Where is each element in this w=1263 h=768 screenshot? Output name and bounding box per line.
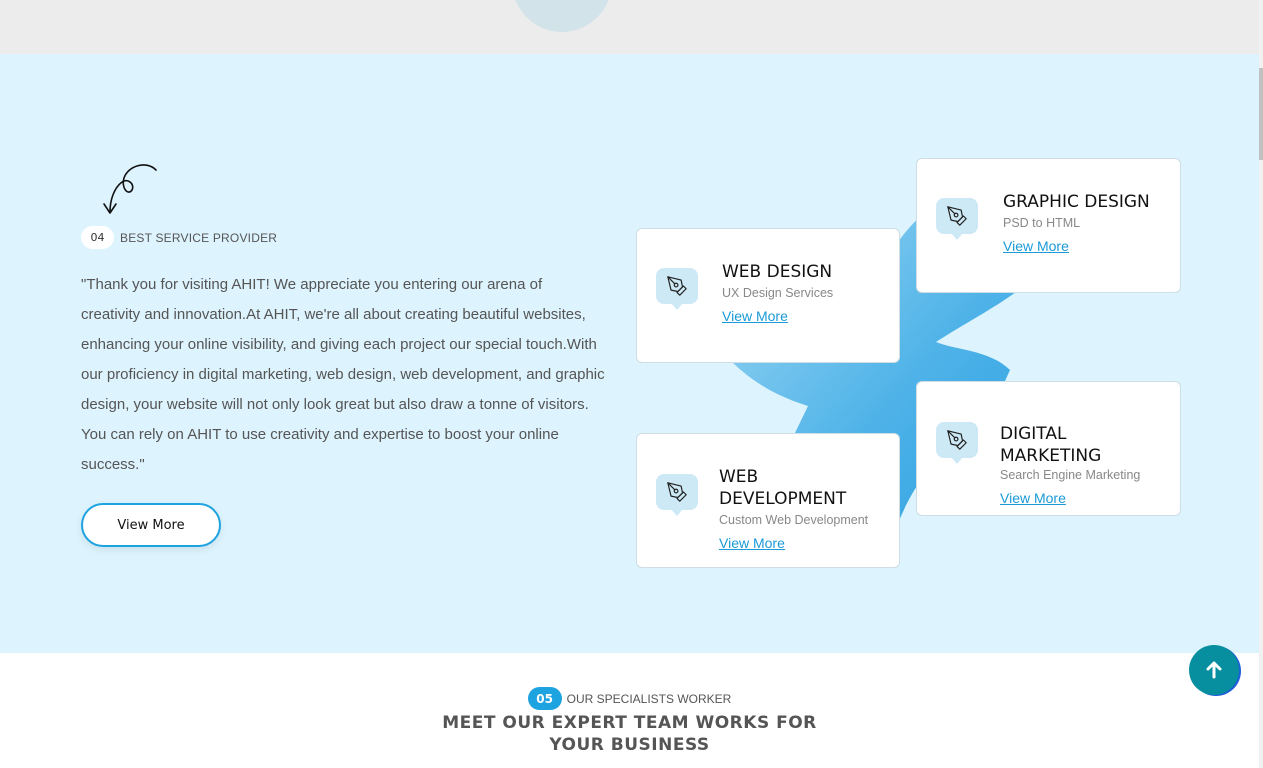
team-title-line: YOUR BUSINESS — [549, 735, 710, 755]
pen-tool-icon — [936, 198, 978, 240]
service-card-web-development[interactable]: WEB DEVELOPMENT Custom Web Development V… — [636, 433, 900, 568]
card-title-line: DEVELOPMENT — [719, 489, 847, 509]
card-title: DIGITAL MARKETING — [1000, 423, 1101, 467]
previous-section-strip — [0, 0, 1259, 54]
services-intro-text: "Thank you for visiting AHIT! We appreci… — [81, 276, 605, 473]
card-title-line: DIGITAL — [1000, 424, 1067, 444]
service-card-digital-marketing[interactable]: DIGITAL MARKETING Search Engine Marketin… — [916, 381, 1181, 516]
pen-tool-icon — [656, 474, 698, 516]
scrollbar-thumb[interactable] — [1259, 68, 1263, 160]
services-kicker: 04 BEST SERVICE PROVIDER — [81, 226, 277, 249]
curly-arrow-icon — [103, 164, 157, 214]
card-subtitle: UX Design Services — [722, 286, 834, 300]
card-subtitle: Custom Web Development — [719, 513, 869, 527]
team-section-title: MEET OUR EXPERT TEAM WORKS FOR YOUR BUSI… — [0, 712, 1259, 756]
decorative-blob — [512, 0, 612, 32]
arrow-up-icon — [1206, 661, 1222, 679]
page-scrollbar[interactable] — [1259, 0, 1263, 768]
section-number-badge: 05 — [527, 687, 562, 710]
service-card-web-design[interactable]: WEB DESIGN UX Design Services View More — [636, 228, 900, 363]
card-view-more-link[interactable]: View More — [1000, 490, 1066, 506]
card-subtitle: PSD to HTML — [1003, 216, 1081, 230]
card-title: GRAPHIC DESIGN — [1003, 192, 1150, 212]
team-kicker: 05 OUR SPECIALISTS WORKER — [0, 687, 1259, 710]
card-subtitle: Search Engine Marketing — [1000, 468, 1141, 482]
team-title-line: MEET OUR EXPERT TEAM WORKS FOR — [442, 713, 817, 733]
card-view-more-link[interactable]: View More — [722, 308, 788, 324]
card-view-more-link[interactable]: View More — [1003, 238, 1069, 254]
card-title: WEB DESIGN — [722, 262, 833, 282]
section-number-badge: 04 — [81, 226, 114, 249]
card-view-more-link[interactable]: View More — [719, 535, 785, 551]
pen-tool-icon — [656, 268, 698, 310]
view-more-button[interactable]: View More — [81, 503, 221, 547]
card-title: WEB DEVELOPMENT — [719, 466, 846, 510]
service-card-graphic-design[interactable]: GRAPHIC DESIGN PSD to HTML View More — [916, 158, 1181, 293]
pen-tool-icon — [936, 422, 978, 464]
section-kicker-label: BEST SERVICE PROVIDER — [120, 230, 278, 245]
card-title-line: MARKETING — [1000, 446, 1102, 466]
section-kicker-label: OUR SPECIALISTS WORKER — [566, 691, 732, 706]
card-title-line: WEB — [719, 467, 759, 487]
